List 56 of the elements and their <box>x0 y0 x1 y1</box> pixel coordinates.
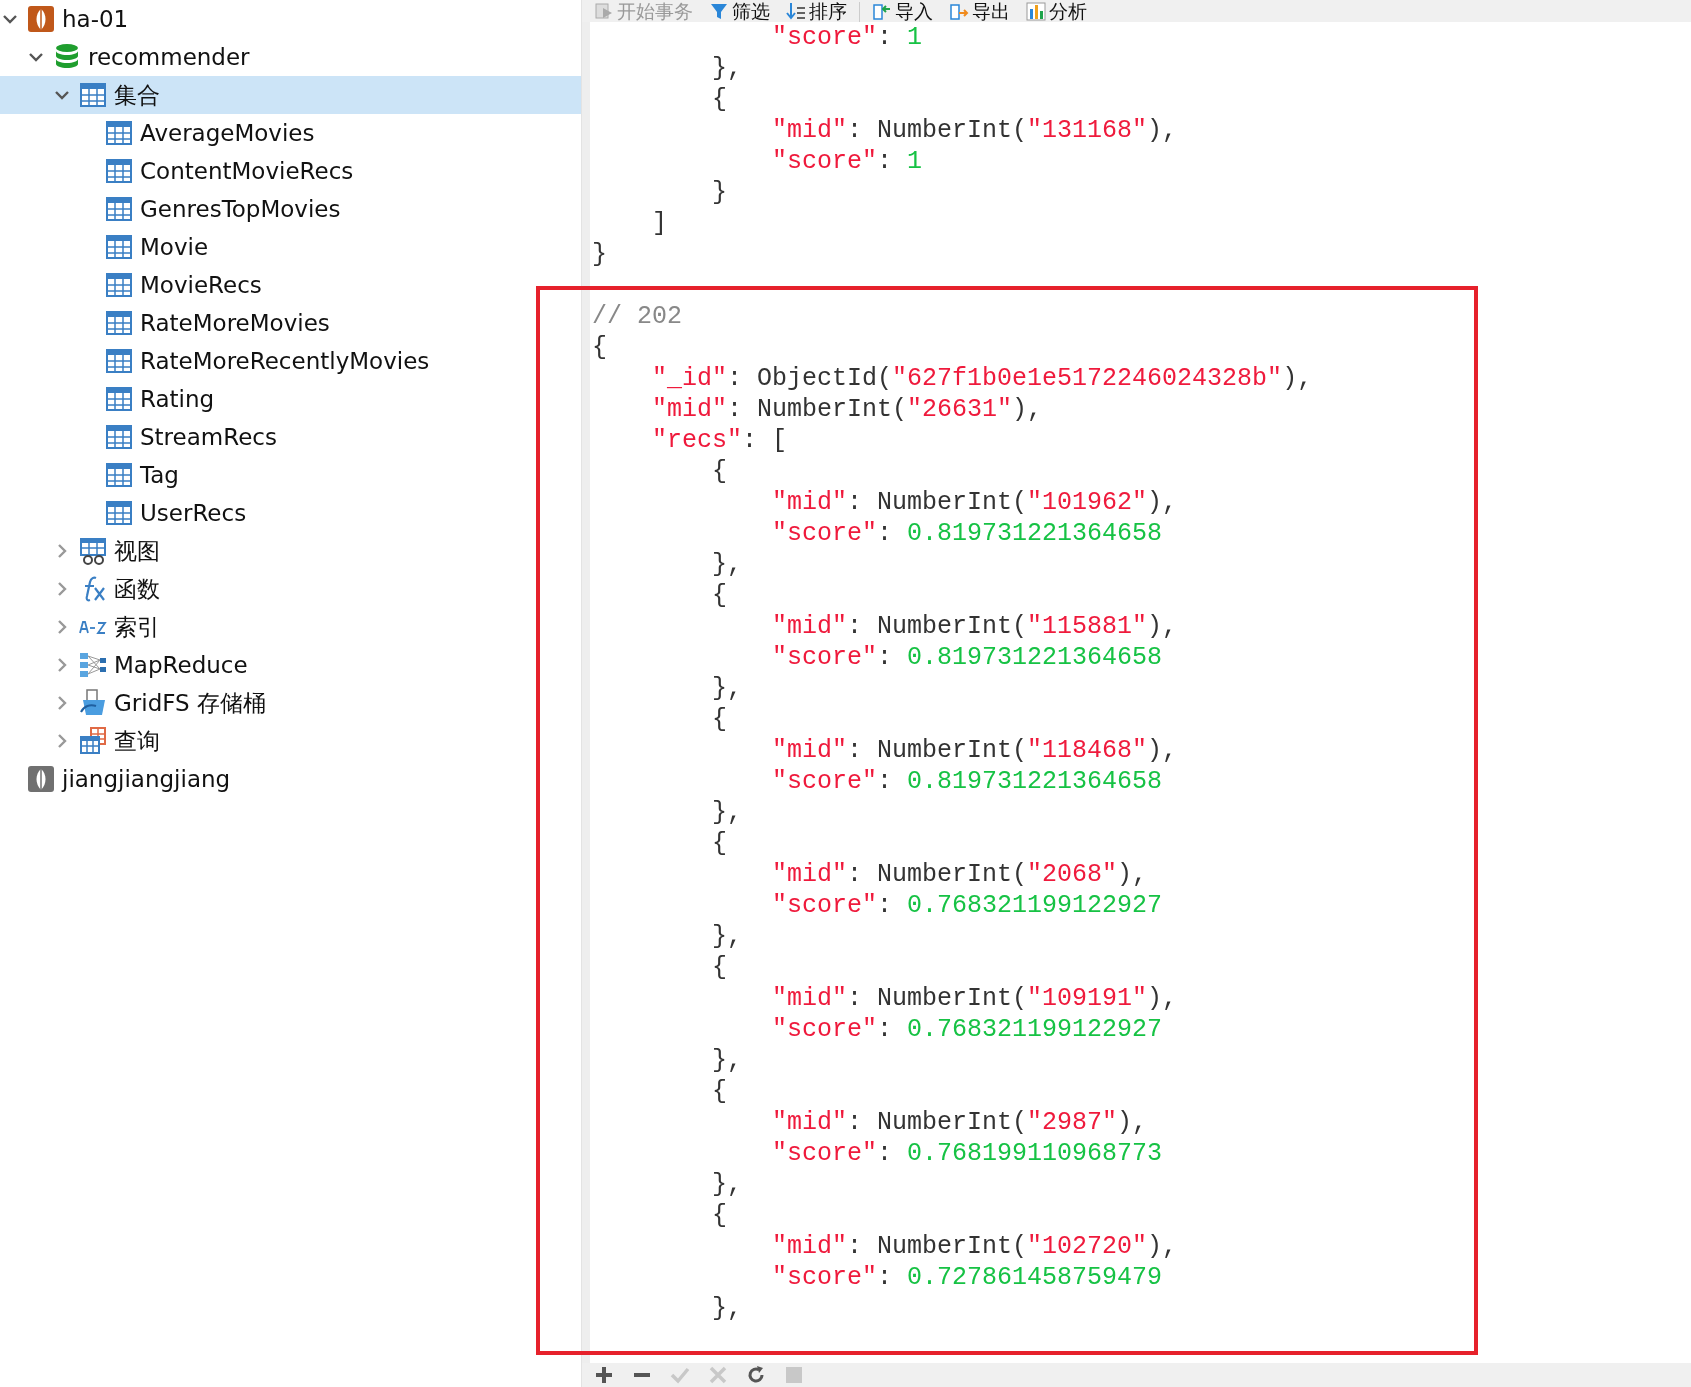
table-icon <box>104 346 134 376</box>
table-icon <box>104 384 134 414</box>
toolbar-button[interactable]: 导入 <box>868 0 937 22</box>
bar-chart-icon <box>1026 1 1046 21</box>
leaf-icon <box>26 764 56 794</box>
table-icon <box>104 308 134 338</box>
play-icon <box>594 1 614 21</box>
tree-item[interactable]: jiangjiangjiang <box>0 760 581 798</box>
tree-item[interactable]: GenresTopMovies <box>0 190 581 228</box>
tree-item[interactable]: 函数 <box>0 570 581 608</box>
table-icon <box>104 422 134 452</box>
tree-item[interactable]: RateMoreRecentlyMovies <box>0 342 581 380</box>
table-icon <box>104 156 134 186</box>
tree-item[interactable]: GridFS 存储桶 <box>0 684 581 722</box>
tree-item[interactable]: Movie <box>0 228 581 266</box>
tree-item[interactable]: 索引 <box>0 608 581 646</box>
table-icon <box>104 270 134 300</box>
check-icon <box>670 1365 690 1385</box>
table-icon <box>104 232 134 262</box>
tree-item[interactable]: RateMoreMovies <box>0 304 581 342</box>
tree-item[interactable]: 集合 <box>0 76 581 114</box>
import-icon <box>872 1 892 21</box>
tree-item[interactable]: UserRecs <box>0 494 581 532</box>
minus-icon <box>632 1373 652 1377</box>
tree-item[interactable]: StreamRecs <box>0 418 581 456</box>
tree-item[interactable]: MapReduce <box>0 646 581 684</box>
table-icon <box>104 460 134 490</box>
tree-item[interactable]: MovieRecs <box>0 266 581 304</box>
tree-item[interactable]: Rating <box>0 380 581 418</box>
tree-item[interactable]: Tag <box>0 456 581 494</box>
tree-item[interactable]: 视图 <box>0 532 581 570</box>
leaf-icon <box>26 4 56 34</box>
bucket-icon <box>78 688 108 718</box>
tree-item[interactable]: 查询 <box>0 722 581 760</box>
export-icon <box>949 1 969 21</box>
mapreduce-icon <box>78 650 108 680</box>
toolbar-button[interactable]: 分析 <box>1022 0 1091 22</box>
plus-icon <box>594 1365 614 1385</box>
toolbar-button[interactable]: 筛选 <box>705 0 774 22</box>
tree-item[interactable]: recommender <box>0 38 581 76</box>
table-icon <box>104 194 134 224</box>
tree-item[interactable]: ContentMovieRecs <box>0 152 581 190</box>
stop-icon <box>784 1365 804 1385</box>
table-icon <box>78 80 108 110</box>
tree-item[interactable]: ha-01 <box>0 0 581 38</box>
table-query-icon <box>78 726 108 756</box>
refresh-icon <box>746 1365 766 1385</box>
table-icon <box>104 498 134 528</box>
toolbar-button[interactable]: 导出 <box>945 0 1014 22</box>
tree-item[interactable]: AverageMovies <box>0 114 581 152</box>
funnel-icon <box>709 1 729 21</box>
sort-icon <box>786 1 806 21</box>
cross-icon <box>708 1365 728 1385</box>
toolbar-button[interactable]: 排序 <box>782 0 851 22</box>
table-icon <box>104 118 134 148</box>
table-glasses-icon <box>78 536 108 566</box>
